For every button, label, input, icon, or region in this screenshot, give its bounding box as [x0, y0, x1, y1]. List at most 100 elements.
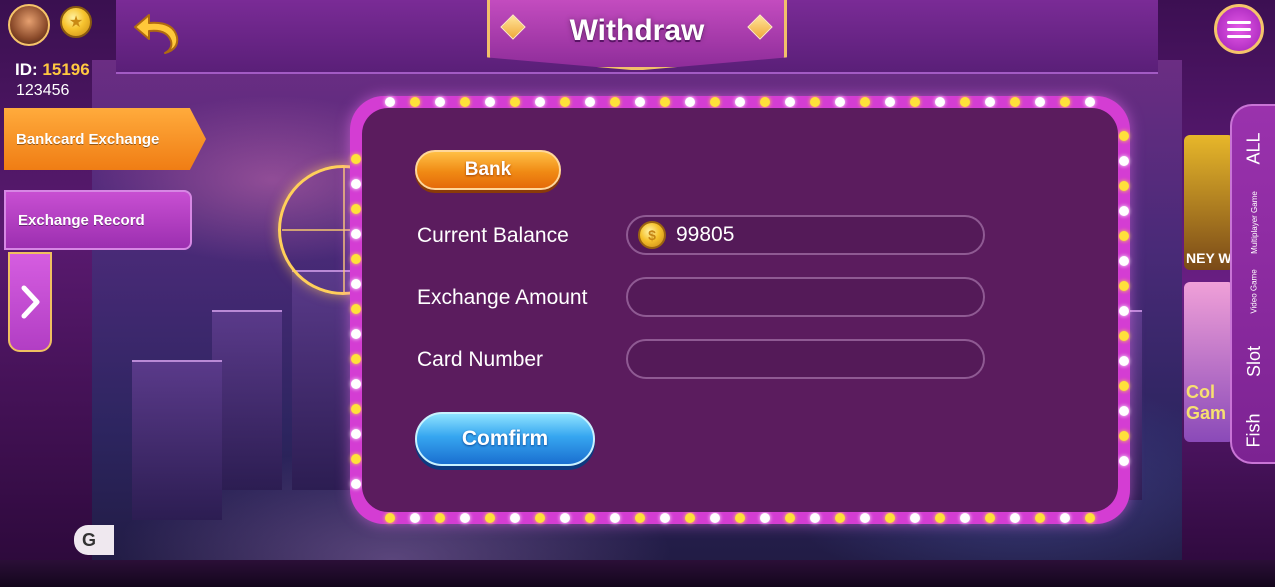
marquee-bulb: [1085, 513, 1095, 523]
coin-icon: $: [638, 221, 666, 249]
amount-label: Exchange Amount: [417, 286, 588, 309]
tab-slot[interactable]: Slot: [1232, 326, 1275, 396]
tab-exchange-record[interactable]: Exchange Record: [4, 190, 192, 250]
marquee-bulb: [935, 513, 945, 523]
expand-left-button[interactable]: [8, 252, 52, 352]
marquee-bulb: [351, 379, 361, 389]
back-arrow-icon: [134, 14, 179, 54]
marquee-bulb: [1085, 97, 1095, 107]
marquee-bulb: [785, 513, 795, 523]
marquee-bulb: [810, 97, 820, 107]
menu-icon: [1227, 20, 1251, 24]
marquee-bulb: [1119, 181, 1129, 191]
marquee-bulb: [351, 229, 361, 239]
exchange-amount-input[interactable]: [638, 279, 983, 315]
tab-exchange-record-label: Exchange Record: [18, 211, 145, 229]
marquee-bulb: [460, 513, 470, 523]
player-id-value: 15196: [42, 60, 90, 79]
confirm-label: Comfirm: [461, 427, 549, 450]
marquee-bulb: [351, 204, 361, 214]
marquee-bulb: [351, 279, 361, 289]
marquee-bulb: [560, 513, 570, 523]
marquee-bulb: [1119, 381, 1129, 391]
marquee-bulb: [1119, 356, 1129, 366]
avatar[interactable]: [8, 4, 50, 46]
tab-bankcard-exchange[interactable]: Bankcard Exchange: [4, 108, 206, 170]
marquee-bulb: [710, 97, 720, 107]
menu-button[interactable]: [1214, 4, 1264, 54]
marquee-bulb: [985, 513, 995, 523]
marquee-bulb: [785, 97, 795, 107]
card-label: Card Number: [417, 348, 544, 371]
tab-video-game-label: Video Game: [1249, 268, 1259, 314]
marquee-bulb: [810, 513, 820, 523]
title-plate: Withdraw: [487, 0, 787, 70]
marquee-bulb: [735, 513, 745, 523]
marquee-bulb: [1119, 131, 1129, 141]
marquee-bulb: [835, 97, 845, 107]
coin-icon[interactable]: ★: [60, 6, 92, 38]
balance-field: $ 99805: [626, 215, 985, 255]
marquee-bulb: [351, 354, 361, 364]
card-number-input[interactable]: [638, 341, 983, 377]
tab-video-game[interactable]: Video Game: [1232, 256, 1275, 326]
marquee-bulb: [760, 97, 770, 107]
game-thumbnail-color[interactable]: Col Gam: [1184, 282, 1234, 442]
marquee-bulb: [1035, 513, 1045, 523]
marquee-bulb: [635, 97, 645, 107]
confirm-button[interactable]: Comfirm: [415, 412, 595, 466]
marquee-bulb: [910, 513, 920, 523]
marquee-bulb: [760, 513, 770, 523]
game-thumbnail-money[interactable]: NEY W: [1184, 135, 1234, 270]
marquee-bulb: [610, 97, 620, 107]
marquee-bulb: [1119, 256, 1129, 266]
marquee-bulb: [685, 513, 695, 523]
balance-label: Current Balance: [417, 224, 569, 247]
marquee-bulb: [535, 513, 545, 523]
marquee-bulb: [1060, 97, 1070, 107]
game-thumbnail-color-label: Col Gam: [1186, 382, 1227, 423]
marquee-bulb: [1010, 513, 1020, 523]
marquee-bulb: [351, 404, 361, 414]
marquee-bulb: [485, 97, 495, 107]
marquee-bulb: [1119, 456, 1129, 466]
marquee-bulb: [1119, 431, 1129, 441]
marquee-bulb: [535, 97, 545, 107]
marquee-bulb: [660, 97, 670, 107]
bottom-strip: [0, 560, 1275, 587]
marquee-bulb: [610, 513, 620, 523]
tab-fish-label: Fish: [1243, 412, 1264, 448]
tab-fish[interactable]: Fish: [1232, 396, 1275, 464]
marquee-bulb: [960, 97, 970, 107]
marquee-bulb: [351, 429, 361, 439]
page-title: Withdraw: [569, 13, 705, 47]
back-button[interactable]: [128, 6, 184, 62]
tab-all[interactable]: ALL: [1232, 112, 1275, 184]
marquee-bulb: [885, 513, 895, 523]
marquee-bulb: [1119, 406, 1129, 416]
marquee-bulb: [510, 97, 520, 107]
marquee-bulb: [351, 179, 361, 189]
marquee-bulb: [985, 97, 995, 107]
left-fragment-label: G: [82, 529, 97, 550]
marquee-bulb: [1035, 97, 1045, 107]
marquee-bulb: [960, 513, 970, 523]
marquee-bulb: [910, 97, 920, 107]
marquee-bulb: [435, 513, 445, 523]
bank-method-button[interactable]: Bank: [415, 150, 561, 190]
marquee-bulb: [435, 97, 445, 107]
tab-all-label: ALL: [1244, 131, 1264, 165]
tab-multiplayer-game[interactable]: Multiplayer Game: [1232, 186, 1275, 258]
marquee-bulb: [560, 97, 570, 107]
marquee-bulb: [385, 513, 395, 523]
marquee-bulb: [1119, 306, 1129, 316]
marquee-bulb: [1010, 97, 1020, 107]
chevron-right-icon: [21, 285, 40, 319]
marquee-bulb: [410, 513, 420, 523]
marquee-bulb: [351, 329, 361, 339]
marquee-bulb: [860, 97, 870, 107]
marquee-bulb: [1119, 156, 1129, 166]
marquee-bulb: [410, 97, 420, 107]
tab-slot-label: Slot: [1244, 345, 1264, 377]
left-fragment-button[interactable]: G: [74, 525, 114, 555]
